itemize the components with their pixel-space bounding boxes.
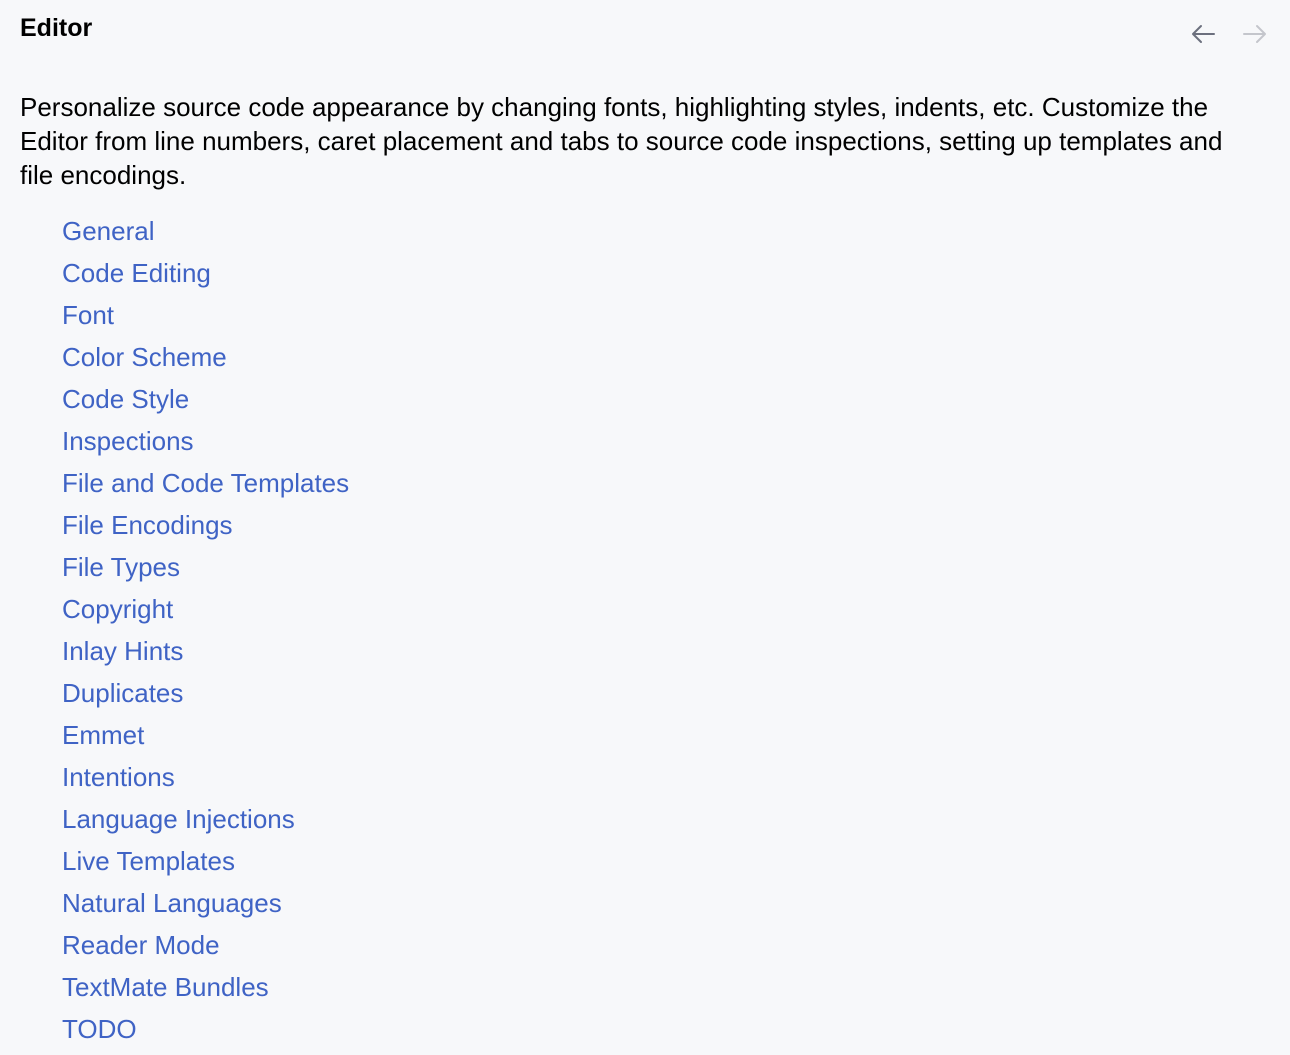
link-language-injections[interactable]: Language Injections [62,804,295,834]
link-copyright[interactable]: Copyright [62,594,173,624]
link-font[interactable]: Font [62,300,114,330]
link-item: Code Style [62,378,349,420]
link-inspections[interactable]: Inspections [62,426,194,456]
link-code-editing[interactable]: Code Editing [62,258,211,288]
settings-links: General Code Editing Font Color Scheme Code … [62,210,349,1050]
back-button[interactable] [1188,20,1218,48]
link-general[interactable]: General [62,216,155,246]
link-item: Reader Mode [62,924,349,966]
link-item: File Encodings [62,504,349,546]
link-intentions[interactable]: Intentions [62,762,175,792]
link-file-encodings[interactable]: File Encodings [62,510,233,540]
arrow-right-icon [1243,25,1266,43]
link-item: Natural Languages [62,882,349,924]
link-item: TODO [62,1008,349,1050]
link-item: Color Scheme [62,336,349,378]
link-emmet[interactable]: Emmet [62,720,144,750]
page-title: Editor [20,14,93,42]
link-color-scheme[interactable]: Color Scheme [62,342,227,372]
link-item: Emmet [62,714,349,756]
link-item: Live Templates [62,840,349,882]
link-item: Copyright [62,588,349,630]
link-natural-languages[interactable]: Natural Languages [62,888,282,918]
page-description: Personalize source code appearance by ch… [20,92,1223,190]
link-item: TextMate Bundles [62,966,349,1008]
navigation-buttons [1188,20,1270,48]
link-textmate-bundles[interactable]: TextMate Bundles [62,972,269,1002]
link-duplicates[interactable]: Duplicates [62,678,183,708]
link-code-style[interactable]: Code Style [62,384,189,414]
link-item: Code Editing [62,252,349,294]
link-item: Duplicates [62,672,349,714]
link-inlay-hints[interactable]: Inlay Hints [62,636,183,666]
forward-button[interactable] [1240,20,1270,48]
link-item: Intentions [62,756,349,798]
link-item: General [62,210,349,252]
link-file-and-code-templates[interactable]: File and Code Templates [62,468,349,498]
link-item: File Types [62,546,349,588]
link-item: Inlay Hints [62,630,349,672]
link-todo[interactable]: TODO [62,1014,137,1044]
arrow-left-icon [1192,25,1215,43]
link-file-types[interactable]: File Types [62,552,180,582]
link-reader-mode[interactable]: Reader Mode [62,930,220,960]
link-item: Font [62,294,349,336]
link-live-templates[interactable]: Live Templates [62,846,235,876]
link-item: Inspections [62,420,349,462]
link-item: Language Injections [62,798,349,840]
link-item: File and Code Templates [62,462,349,504]
